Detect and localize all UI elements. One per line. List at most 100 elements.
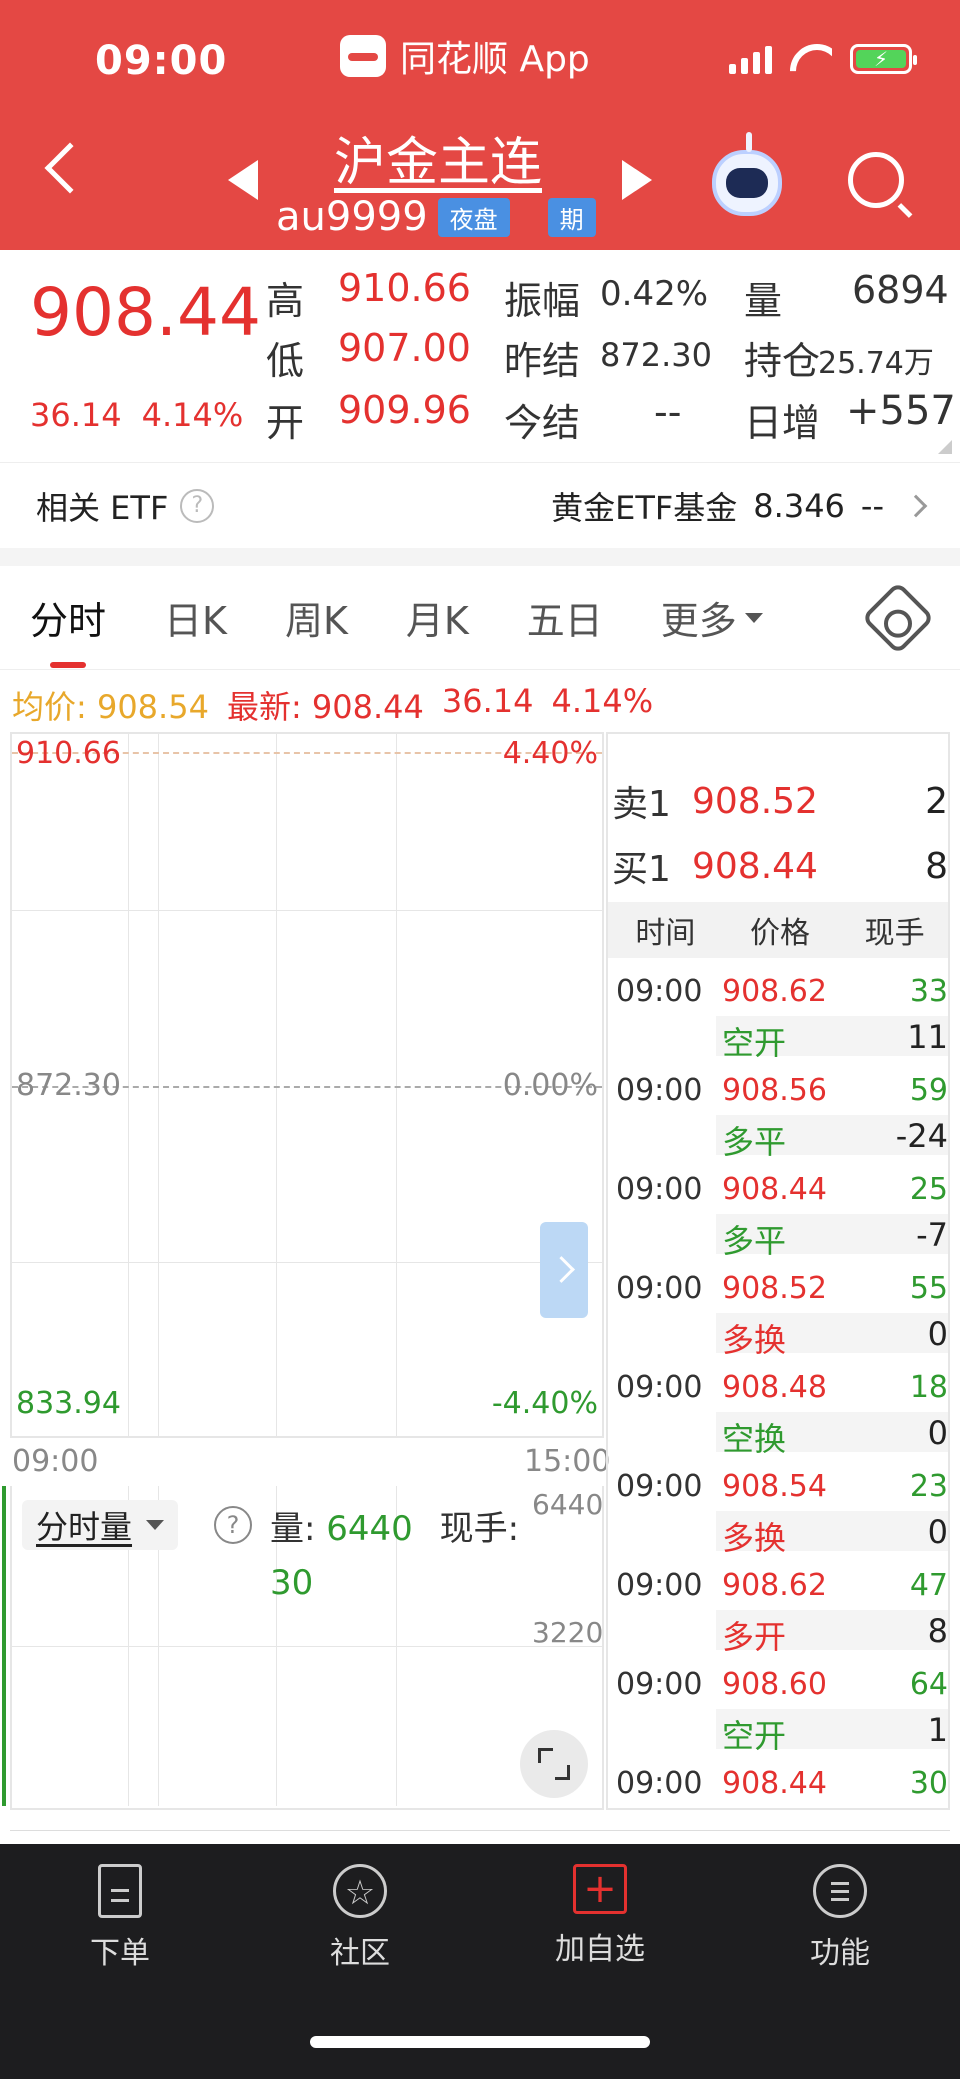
amplitude-value: 0.42% xyxy=(600,274,709,314)
volume-indicator-label: 分时量 xyxy=(36,1508,133,1546)
tab-daily-k[interactable]: 日K xyxy=(164,590,227,645)
grid-line xyxy=(128,734,129,1436)
trade-qty: 0 xyxy=(927,1513,948,1551)
grid-line xyxy=(396,734,397,1436)
etf-info: 黄金ETF基金 8.346 -- xyxy=(551,483,928,529)
nav-add-watchlist[interactable]: 加自选 xyxy=(520,1864,680,1968)
volume-value: 6440 xyxy=(326,1509,413,1549)
last-price: 908.44 xyxy=(30,274,261,351)
nav-functions-label: 功能 xyxy=(810,1936,870,1971)
nav-community-label: 社区 xyxy=(330,1936,390,1971)
etf-change: -- xyxy=(860,486,884,525)
expand-panel-button[interactable] xyxy=(540,1222,588,1318)
caret-down-icon xyxy=(146,1520,165,1530)
home-indicator[interactable] xyxy=(310,2036,650,2048)
trade-time: 09:00 xyxy=(616,1172,703,1207)
contract-code-row: au9999 夜盘 期 xyxy=(276,194,596,240)
chart-info-line: 均价: 908.54 最新: 908.44 36.14 4.14% xyxy=(12,682,653,728)
related-etf-row[interactable]: 相关 ETF ? 黄金ETF基金 8.346 -- xyxy=(0,462,960,548)
trade-row: 09:00 908.44 25 多平 -7 xyxy=(608,1158,948,1260)
ask-price: 908.52 xyxy=(692,780,818,822)
trade-time: 09:00 xyxy=(616,1469,703,1504)
tab-monthly-k[interactable]: 月K xyxy=(406,590,469,645)
trade-time: 09:00 xyxy=(616,1766,703,1801)
grid-line xyxy=(12,910,602,911)
bottom-divider xyxy=(10,1830,950,1831)
price-change: 36.14 xyxy=(30,396,122,434)
tab-five-day[interactable]: 五日 xyxy=(527,590,603,645)
prev-settle-label: 昨结 xyxy=(504,339,581,383)
search-icon[interactable] xyxy=(848,152,904,208)
axis-pct-mid: 0.00% xyxy=(502,1068,598,1103)
battery-charging-icon: ⚡ xyxy=(850,44,917,74)
trades-header: 时间 价格 现手 xyxy=(608,902,948,958)
etf-price: 8.346 xyxy=(753,486,845,525)
order-doc-icon xyxy=(98,1864,142,1918)
trade-type: 多平 xyxy=(722,1222,787,1260)
col-hand: 现手 xyxy=(864,916,925,951)
next-contract-icon[interactable] xyxy=(622,160,652,200)
trade-qty: -24 xyxy=(895,1117,948,1155)
trade-qty: 0 xyxy=(927,1414,948,1452)
tab-weekly-k[interactable]: 周K xyxy=(285,590,348,645)
trade-qty: 11 xyxy=(907,1018,948,1056)
open-label: 开 xyxy=(266,401,305,445)
expand-corner-icon[interactable] xyxy=(938,440,952,454)
trades-list[interactable]: 09:00 908.62 33 空开 11 09:00 908.56 59 多平 -24 09:00… xyxy=(608,960,948,1808)
trade-price: 908.52 xyxy=(722,1271,827,1306)
amplitude-label: 振幅 xyxy=(504,279,581,323)
latest-price: 最新: 908.44 xyxy=(226,688,424,726)
trade-volume: 64 xyxy=(909,1667,948,1702)
col-time: 时间 xyxy=(635,916,696,951)
trade-volume: 23 xyxy=(909,1469,948,1504)
grid-line xyxy=(158,734,159,1436)
time-axis-end: 15:00 xyxy=(524,1444,611,1479)
chart-tabs: 分时 日K 周K 月K 五日 更多 xyxy=(0,566,960,670)
trade-row: 09:00 908.62 33 空开 11 xyxy=(608,960,948,1062)
trade-type: 多换 xyxy=(722,1321,787,1359)
trade-row: 09:00 908.62 47 多开 8 xyxy=(608,1554,948,1656)
volume-help-icon[interactable]: ? xyxy=(214,1506,252,1544)
trade-time: 09:00 xyxy=(616,1370,703,1405)
average-price: 均价: 908.54 xyxy=(12,688,209,726)
community-star-icon xyxy=(333,1864,387,1918)
trade-time: 09:00 xyxy=(616,1271,703,1306)
app-logo-icon xyxy=(340,35,386,77)
current-hand-label: 现手: xyxy=(439,1509,520,1549)
trade-qty: 0 xyxy=(927,1315,948,1353)
fullscreen-icon[interactable] xyxy=(520,1730,588,1798)
tab-more-label: 更多 xyxy=(660,599,737,643)
volume-value: 6894 xyxy=(852,268,949,312)
tab-more[interactable]: 更多 xyxy=(661,590,763,645)
axis-price-top: 910.66 xyxy=(16,736,121,771)
bid-qty: 8 xyxy=(925,845,948,887)
trade-time: 09:00 xyxy=(616,1667,703,1702)
volume-label: 量 xyxy=(744,279,783,323)
latest-change: 36.14 xyxy=(441,682,534,720)
intraday-chart[interactable]: 910.66 4.40% 872.30 0.00% 833.94 -4.40% xyxy=(10,732,604,1438)
nav-community[interactable]: 社区 xyxy=(280,1864,440,1972)
trade-row: 09:00908.4430空换0 xyxy=(608,1752,948,1808)
current-hand-value: 30 xyxy=(270,1563,314,1603)
trade-volume: 47 xyxy=(909,1568,948,1603)
axis-price-mid: 872.30 xyxy=(16,1068,121,1103)
nav-functions[interactable]: 功能 xyxy=(760,1864,920,1972)
nav-order[interactable]: 下单 xyxy=(40,1864,200,1972)
robot-assistant-icon[interactable] xyxy=(712,132,782,216)
etf-help-icon[interactable]: ? xyxy=(180,488,215,523)
add-watchlist-icon xyxy=(573,1864,627,1914)
app-badge[interactable]: 同花顺 App xyxy=(340,30,590,82)
low-label: 低 xyxy=(266,339,305,383)
etf-name: 黄金ETF基金 xyxy=(551,488,738,527)
bid-label: 买1 xyxy=(612,849,671,890)
volume-label: 量: xyxy=(270,1509,316,1549)
volume-readout: 量: 6440 现手: 30 xyxy=(270,1502,540,1610)
tab-intraday[interactable]: 分时 xyxy=(30,590,106,668)
trade-type: 多换 xyxy=(722,1519,787,1557)
trade-volume: 59 xyxy=(909,1073,948,1108)
trade-price: 908.60 xyxy=(722,1667,827,1702)
trade-price: 908.44 xyxy=(722,1172,827,1207)
volume-indicator-select[interactable]: 分时量 xyxy=(22,1500,179,1550)
chevron-right-icon xyxy=(904,494,928,517)
grid-line xyxy=(12,1646,602,1647)
